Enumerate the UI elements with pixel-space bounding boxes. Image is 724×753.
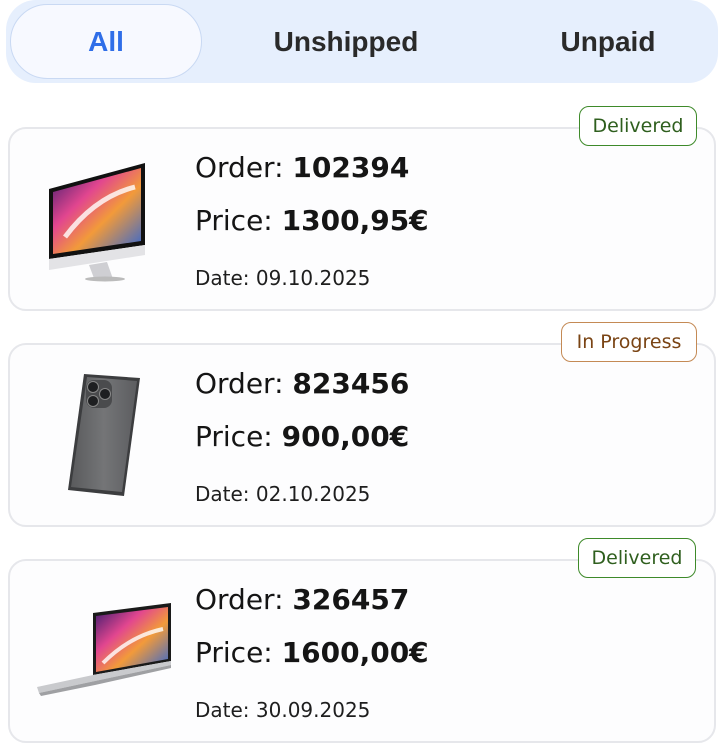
order-date: Date: 09.10.2025 <box>195 266 371 290</box>
status-badge: Delivered <box>578 538 696 578</box>
order-card[interactable]: Order: 102394 Price: 1300,95€ Date: 09.1… <box>8 127 716 311</box>
status-badge: Delivered <box>579 106 697 146</box>
tab-all[interactable]: All <box>10 4 202 79</box>
macbook-icon <box>30 581 180 721</box>
price-label: Price: <box>195 636 282 669</box>
status-badge: In Progress <box>561 322 697 362</box>
price-label: Price: <box>195 204 282 237</box>
order-label: Order: <box>195 367 293 400</box>
order-number: 326457 <box>292 583 410 616</box>
order-price: 900,00€ <box>281 420 410 453</box>
order-card[interactable]: Order: 823456 Price: 900,00€ Date: 02.10… <box>8 343 716 527</box>
order-number: 823456 <box>292 367 410 400</box>
price-label: Price: <box>195 420 282 453</box>
imac-icon <box>30 149 180 289</box>
order-date: Date: 30.09.2025 <box>195 698 371 722</box>
order-card[interactable]: Order: 326457 Price: 1600,00€ Date: 30.0… <box>8 559 716 743</box>
order-price: 1600,00€ <box>281 636 429 669</box>
order-date: Date: 02.10.2025 <box>195 482 371 506</box>
order-label: Order: <box>195 151 293 184</box>
iphone-icon <box>30 365 180 505</box>
order-label: Order: <box>195 583 293 616</box>
tab-unpaid[interactable]: Unpaid <box>526 4 690 79</box>
tab-unshipped[interactable]: Unshipped <box>246 4 446 79</box>
order-filter-tabs: All Unshipped Unpaid <box>6 0 718 83</box>
order-price: 1300,95€ <box>281 204 429 237</box>
order-number: 102394 <box>292 151 410 184</box>
